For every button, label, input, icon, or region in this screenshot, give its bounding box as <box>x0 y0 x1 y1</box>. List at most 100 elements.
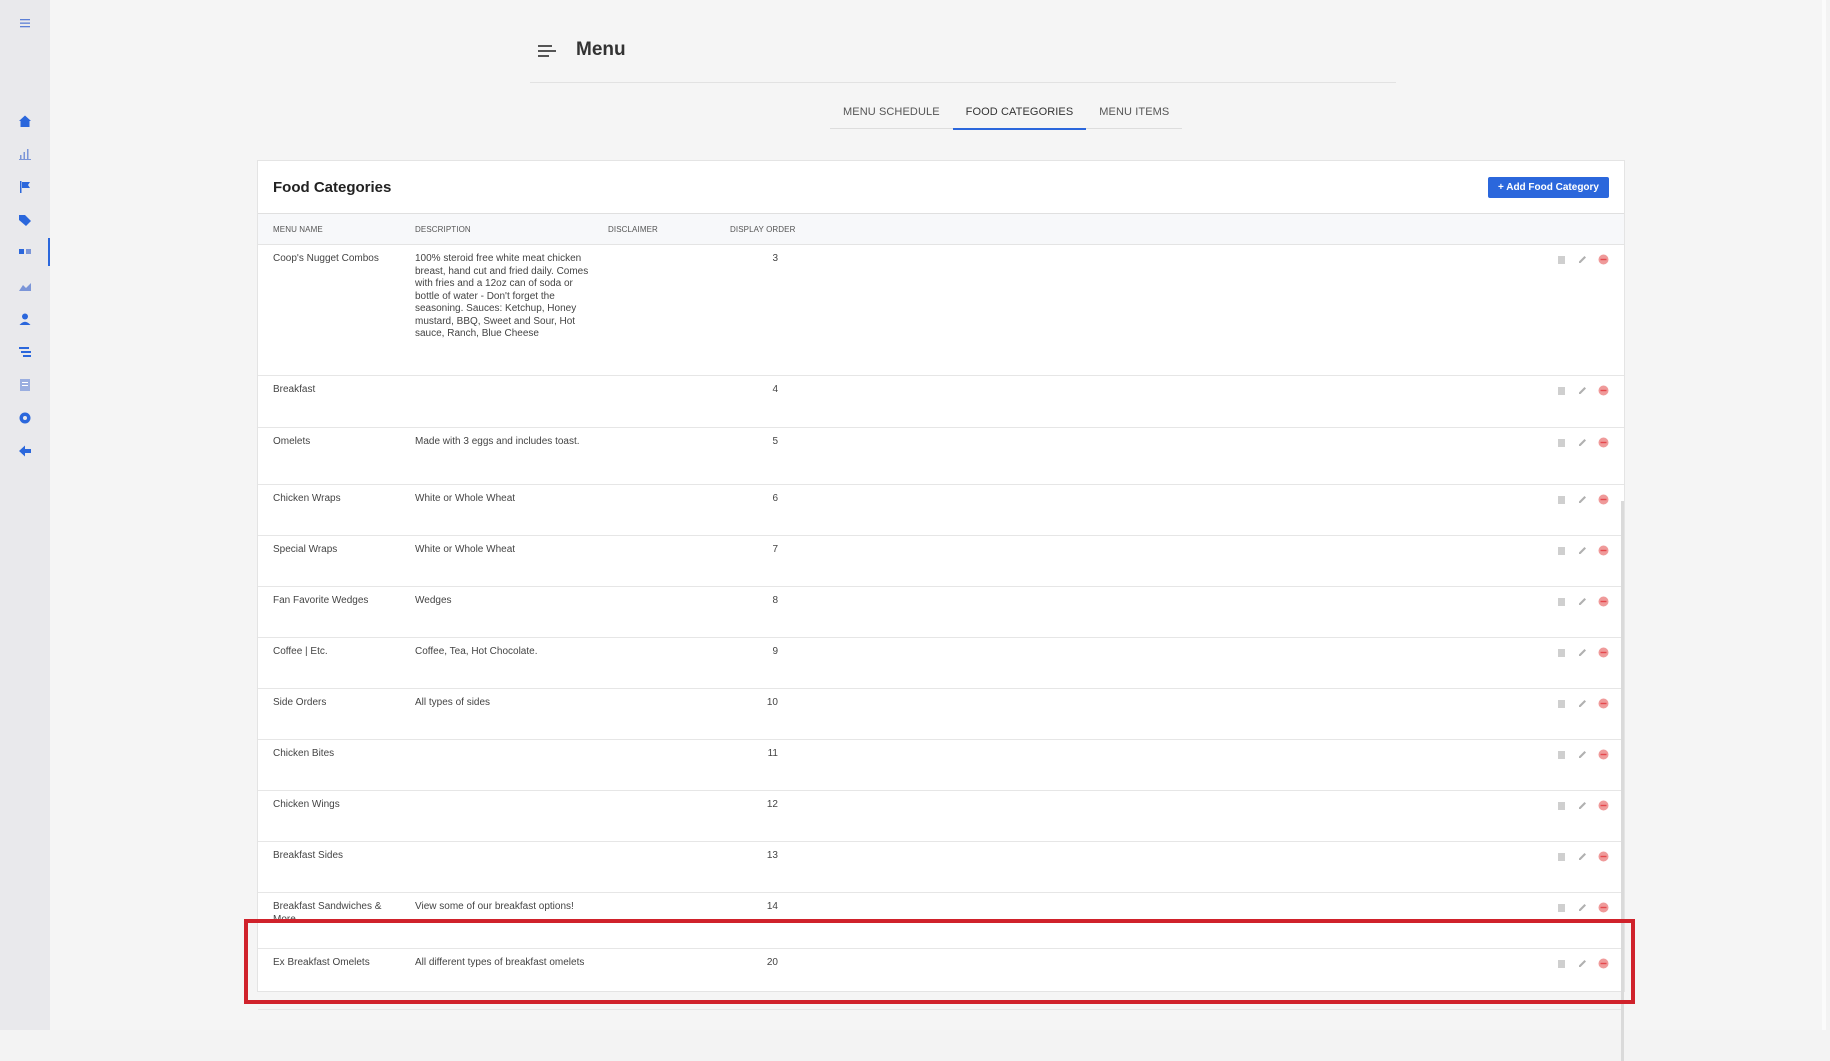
row-name: Chicken Wings <box>273 799 340 810</box>
delete-icon[interactable] <box>1597 253 1609 265</box>
copy-icon[interactable] <box>1555 697 1567 709</box>
row-display-order: 10 <box>766 697 778 708</box>
document-icon[interactable] <box>14 374 36 396</box>
table-header: MENU NAME DESCRIPTION DISCLAIMER DISPLAY… <box>258 214 1624 245</box>
row-description: All different types of breakfast omelets <box>415 957 585 968</box>
table-row[interactable]: Omelets Made with 3 eggs and includes to… <box>258 428 1624 485</box>
row-display-order: 11 <box>767 748 778 759</box>
table-scrollbar[interactable] <box>1621 501 1624 1061</box>
edit-pencil-icon[interactable] <box>1576 697 1588 709</box>
delete-icon[interactable] <box>1597 646 1609 658</box>
copy-icon[interactable] <box>1555 493 1567 505</box>
row-display-order: 12 <box>766 799 778 810</box>
edit-pencil-icon[interactable] <box>1576 493 1588 505</box>
menu-toggle-icon[interactable] <box>538 44 556 58</box>
tree-icon[interactable] <box>14 341 36 363</box>
table-row[interactable]: Breakfast Sandwiches & More View some of… <box>258 893 1624 949</box>
edit-pencil-icon[interactable] <box>1576 799 1588 811</box>
copy-icon[interactable] <box>1555 957 1567 969</box>
row-name: Side Orders <box>273 697 327 708</box>
table-row[interactable]: Breakfast Sides 13 <box>258 842 1624 893</box>
row-display-order: 4 <box>772 384 778 395</box>
gear-icon[interactable] <box>14 407 36 429</box>
row-name: Breakfast <box>273 384 316 395</box>
table-row[interactable]: Special Wraps White or Whole Wheat 7 <box>258 536 1624 587</box>
edit-pencil-icon[interactable] <box>1576 544 1588 556</box>
edit-pencil-icon[interactable] <box>1576 748 1588 760</box>
delete-icon[interactable] <box>1597 748 1609 760</box>
edit-pencil-icon[interactable] <box>1576 384 1588 396</box>
row-name: Breakfast Sandwiches & More <box>273 901 382 925</box>
tag-icon[interactable] <box>14 209 36 231</box>
table-row[interactable]: Chicken Wraps White or Whole Wheat 6 <box>258 485 1624 536</box>
copy-icon[interactable] <box>1555 748 1567 760</box>
column-header-menu-name[interactable]: MENU NAME <box>273 225 323 234</box>
delete-icon[interactable] <box>1597 384 1609 396</box>
row-name: Fan Favorite Wedges <box>273 595 369 606</box>
chart-icon[interactable] <box>14 143 36 165</box>
card-header: Food Categories + Add Food Category <box>258 161 1624 214</box>
copy-icon[interactable] <box>1555 850 1567 862</box>
list-icon[interactable] <box>14 241 36 263</box>
table-row[interactable]: Coffee | Etc. Coffee, Tea, Hot Chocolate… <box>258 638 1624 689</box>
delete-icon[interactable] <box>1597 957 1609 969</box>
row-display-order: 20 <box>766 957 778 968</box>
row-description: All types of sides <box>415 697 491 708</box>
row-name: Ex Breakfast Omelets <box>273 957 370 968</box>
row-display-order: 13 <box>766 850 778 861</box>
edit-pencil-icon[interactable] <box>1576 850 1588 862</box>
table-row[interactable]: Chicken Wings 12 <box>258 791 1624 842</box>
add-food-category-button[interactable]: + Add Food Category <box>1487 177 1609 198</box>
menu-icon[interactable] <box>14 12 36 34</box>
delete-icon[interactable] <box>1597 436 1609 448</box>
table-row[interactable]: Fan Favorite Wedges Wedges 8 <box>258 587 1624 638</box>
home-icon[interactable] <box>14 110 36 132</box>
delete-icon[interactable] <box>1597 493 1609 505</box>
edit-pencil-icon[interactable] <box>1576 253 1588 265</box>
edit-pencil-icon[interactable] <box>1576 595 1588 607</box>
edit-pencil-icon[interactable] <box>1576 436 1588 448</box>
delete-icon[interactable] <box>1597 901 1609 913</box>
tab-menu-items[interactable]: MENU ITEMS <box>1086 100 1182 128</box>
report-icon[interactable] <box>14 275 36 297</box>
copy-icon[interactable] <box>1555 384 1567 396</box>
row-description: White or Whole Wheat <box>415 544 516 555</box>
table-row[interactable]: Side Orders All types of sides 10 <box>258 689 1624 740</box>
row-display-order: 7 <box>772 544 778 555</box>
delete-icon[interactable] <box>1597 799 1609 811</box>
table-row[interactable]: Breakfast 4 <box>258 376 1624 428</box>
edit-pencil-icon[interactable] <box>1576 646 1588 658</box>
row-display-order: 6 <box>772 493 778 504</box>
sidebar <box>0 0 50 1030</box>
copy-icon[interactable] <box>1555 436 1567 448</box>
delete-icon[interactable] <box>1597 697 1609 709</box>
row-description: Made with 3 eggs and includes toast. <box>415 436 580 447</box>
copy-icon[interactable] <box>1555 646 1567 658</box>
back-arrow-icon[interactable] <box>14 440 36 462</box>
row-description: White or Whole Wheat <box>415 493 516 504</box>
edit-pencil-icon[interactable] <box>1576 957 1588 969</box>
page-header: Menu <box>530 36 1396 83</box>
tab-menu-schedule[interactable]: MENU SCHEDULE <box>830 100 953 128</box>
column-header-disclaimer[interactable]: DISCLAIMER <box>608 225 658 234</box>
table-row[interactable]: Coop's Nugget Combos 100% steroid free w… <box>258 245 1624 376</box>
delete-icon[interactable] <box>1597 850 1609 862</box>
column-header-description[interactable]: DESCRIPTION <box>415 225 471 234</box>
tab-food-categories[interactable]: FOOD CATEGORIES <box>952 100 1087 130</box>
column-header-display-order[interactable]: DISPLAY ORDER <box>730 225 795 234</box>
edit-pencil-icon[interactable] <box>1576 901 1588 913</box>
user-icon[interactable] <box>14 308 36 330</box>
copy-icon[interactable] <box>1555 595 1567 607</box>
table-row[interactable]: Chicken Bites 11 <box>258 740 1624 791</box>
copy-icon[interactable] <box>1555 544 1567 556</box>
food-categories-card: Food Categories + Add Food Category MENU… <box>257 160 1625 1061</box>
table-row[interactable]: Ex Breakfast Omelets All different types… <box>258 949 1624 1010</box>
row-display-order: 5 <box>772 436 778 447</box>
delete-icon[interactable] <box>1597 544 1609 556</box>
flag-icon[interactable] <box>14 176 36 198</box>
copy-icon[interactable] <box>1555 799 1567 811</box>
copy-icon[interactable] <box>1555 253 1567 265</box>
delete-icon[interactable] <box>1597 595 1609 607</box>
copy-icon[interactable] <box>1555 901 1567 913</box>
row-description: Wedges <box>415 595 452 606</box>
